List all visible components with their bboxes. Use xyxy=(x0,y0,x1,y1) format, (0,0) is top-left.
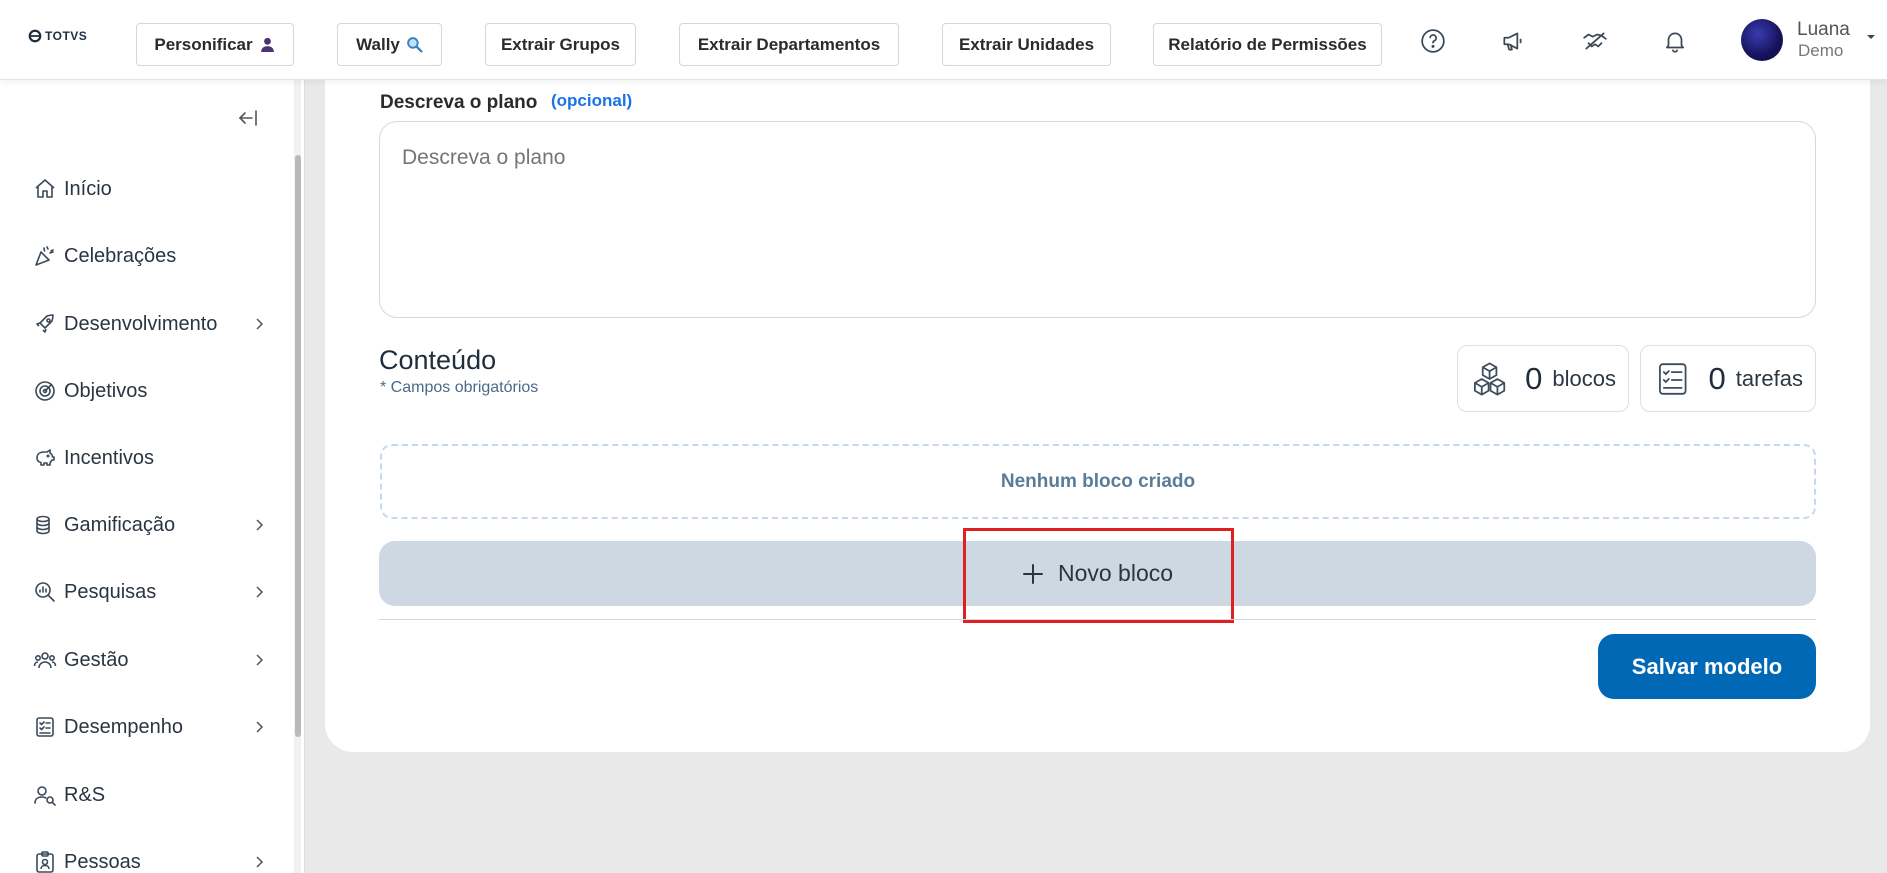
extrair-unidades-button[interactable]: Extrair Unidades xyxy=(942,23,1111,66)
relatorio-permissoes-button[interactable]: Relatório de Permissões xyxy=(1153,23,1382,66)
description-label: Descreva o plano xyxy=(380,92,538,113)
tasks-counter: 0 tarefas xyxy=(1640,345,1816,412)
tasks-label: tarefas xyxy=(1735,365,1803,391)
rocket-icon xyxy=(32,311,58,337)
sidebar-item-label: Incentivos xyxy=(64,446,155,469)
chevron-right-icon[interactable] xyxy=(252,653,266,667)
empty-blocks-placeholder: Nenhum bloco criado xyxy=(380,444,1816,519)
home-icon xyxy=(32,176,58,202)
personificar-button[interactable]: Personificar xyxy=(136,23,294,66)
sidebar-item-pesquisas[interactable]: Pesquisas xyxy=(32,576,156,608)
blocks-count: 0 xyxy=(1525,360,1543,396)
user-subtitle: Demo xyxy=(1798,41,1844,60)
sidebar-item-label: Pessoas xyxy=(64,850,141,873)
top-bar: TOTVS Personificar Wally Extrair Grupos … xyxy=(0,0,1887,80)
sidebar-item-label: Objetivos xyxy=(64,379,148,402)
person-icon xyxy=(260,37,274,52)
chevron-right-icon[interactable] xyxy=(252,518,266,532)
coins-icon xyxy=(32,512,58,538)
sidebar-item-gestao[interactable]: Gestão xyxy=(32,644,128,676)
user-search-icon xyxy=(32,782,58,808)
sidebar-scrollbar-thumb[interactable] xyxy=(295,155,301,737)
chevron-right-icon[interactable] xyxy=(252,855,266,869)
chevron-right-icon[interactable] xyxy=(252,317,266,331)
sidebar-item-pessoas[interactable]: Pessoas xyxy=(32,846,141,873)
chevron-right-icon[interactable] xyxy=(252,720,266,734)
extrair-unidades-label: Extrair Unidades xyxy=(958,34,1095,54)
blocks-label: blocos xyxy=(1552,365,1616,391)
sidebar-item-inicio[interactable]: Início xyxy=(32,173,112,205)
sidebar-item-label: Gamificação xyxy=(64,513,176,536)
avatar[interactable] xyxy=(1741,19,1783,61)
piggy-bank-icon xyxy=(32,445,58,471)
new-block-button[interactable]: Novo bloco xyxy=(379,541,1816,606)
help-icon[interactable] xyxy=(1416,24,1450,58)
personificar-label: Personificar xyxy=(154,34,253,54)
totvs-logo[interactable]: TOTVS xyxy=(28,29,87,43)
empty-blocks-message: Nenhum bloco criado xyxy=(1000,470,1196,492)
sidebar-item-label: Celebrações xyxy=(64,244,177,267)
chart-search-icon xyxy=(32,579,58,605)
chevron-right-icon[interactable] xyxy=(252,585,266,599)
collapse-sidebar-icon[interactable] xyxy=(236,106,260,130)
sidebar-item-label: Gestão xyxy=(64,648,129,671)
sidebar-item-label: Desempenho xyxy=(64,715,183,738)
wally-label: Wally xyxy=(356,34,400,54)
sidebar-item-desenvolvimento[interactable]: Desenvolvimento xyxy=(32,308,217,340)
sidebar-item-label: Desenvolvimento xyxy=(64,312,218,335)
magnifier-icon xyxy=(407,37,423,53)
required-note: * Campos obrigatórios xyxy=(380,379,539,396)
sidebar-item-gamificacao[interactable]: Gamificação xyxy=(32,509,175,541)
extrair-grupos-button[interactable]: Extrair Grupos xyxy=(485,23,636,66)
blocks-counter: 0 blocos xyxy=(1457,345,1629,412)
handshake-icon[interactable] xyxy=(1578,24,1612,58)
sidebar-item-objetivos[interactable]: Objetivos xyxy=(32,375,147,407)
party-icon xyxy=(32,243,58,269)
totvs-logo-icon xyxy=(28,29,42,43)
checklist-icon xyxy=(32,714,58,740)
logo-text: TOTVS xyxy=(45,29,88,43)
badge-icon xyxy=(32,849,58,873)
wally-button[interactable]: Wally xyxy=(337,23,442,66)
task-list-icon xyxy=(1659,362,1687,395)
sidebar-item-desempenho[interactable]: Desempenho xyxy=(32,711,183,743)
new-block-label: Novo bloco xyxy=(1057,560,1174,586)
description-textarea[interactable] xyxy=(379,121,1816,318)
extrair-grupos-label: Extrair Grupos xyxy=(500,34,621,54)
sidebar-item-incentivos[interactable]: Incentivos xyxy=(32,442,154,474)
content-title: Conteúdo xyxy=(379,345,497,375)
bell-icon[interactable] xyxy=(1658,24,1692,58)
sidebar-item-label: Início xyxy=(64,177,112,200)
extrair-departamentos-label: Extrair Departamentos xyxy=(697,34,881,54)
save-template-button[interactable]: Salvar modelo xyxy=(1598,634,1816,699)
divider xyxy=(379,619,1816,620)
sidebar-item-label: R&S xyxy=(64,783,106,806)
target-icon xyxy=(32,378,58,404)
people-icon xyxy=(32,647,58,673)
relatorio-permissoes-label: Relatório de Permissões xyxy=(1168,34,1367,54)
chevron-down-icon[interactable] xyxy=(1864,30,1878,44)
sidebar-item-label: Pesquisas xyxy=(64,580,157,603)
cubes-icon xyxy=(1474,361,1506,396)
sidebar-item-rs[interactable]: R&S xyxy=(32,779,105,811)
extrair-departamentos-button[interactable]: Extrair Departamentos xyxy=(679,23,899,66)
megaphone-icon[interactable] xyxy=(1496,24,1530,58)
user-name[interactable]: Luana xyxy=(1797,19,1850,41)
optional-label: (opcional) xyxy=(551,91,633,110)
plus-icon xyxy=(1022,563,1043,584)
tasks-count: 0 xyxy=(1708,360,1726,396)
sidebar-item-celebracoes[interactable]: Celebrações xyxy=(32,240,176,272)
save-template-label: Salvar modelo xyxy=(1631,653,1783,679)
